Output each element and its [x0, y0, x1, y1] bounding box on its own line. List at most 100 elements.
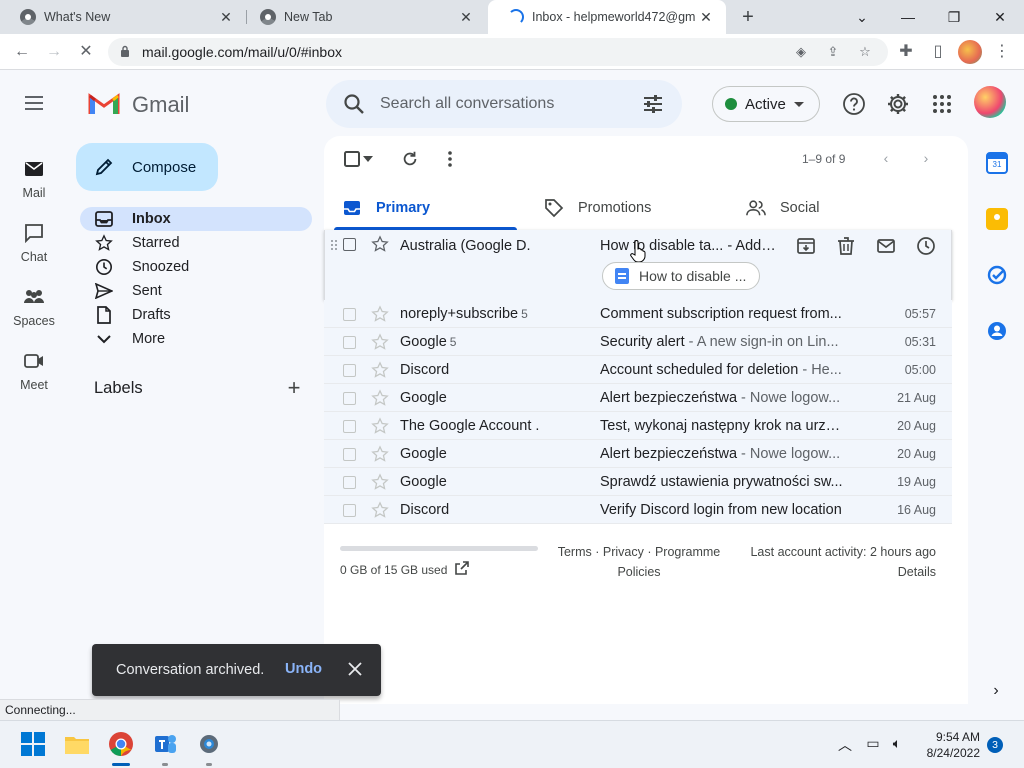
settings-gear-icon[interactable] [886, 92, 910, 116]
tab-social[interactable]: Social [746, 186, 820, 230]
close-window-button[interactable]: ✕ [978, 4, 1022, 30]
contacts-icon[interactable] [986, 320, 1008, 342]
status-dropdown[interactable]: Active [712, 86, 820, 122]
archive-icon[interactable] [796, 236, 816, 256]
browser-profile-avatar[interactable] [958, 40, 982, 64]
email-row[interactable]: Google Alert bezpieczeństwa - Nowe logow.… [324, 440, 952, 468]
trash-icon[interactable] [836, 236, 856, 256]
bookmark-star-icon[interactable]: ☆ [856, 43, 874, 61]
chrome-icon[interactable] [108, 731, 134, 757]
tasks-icon[interactable] [986, 264, 1008, 286]
nav-item-more[interactable]: More [80, 327, 312, 351]
email-row[interactable]: The Google Account . Test, wykonaj następ… [324, 412, 952, 440]
browser-tab-new-tab[interactable]: New Tab ✕ [240, 0, 486, 34]
back-arrow-icon[interactable]: ← [10, 40, 34, 64]
mark-unread-icon[interactable] [876, 236, 896, 256]
email-checkbox[interactable] [343, 364, 356, 377]
calendar-icon[interactable]: 31 [986, 152, 1008, 174]
email-checkbox[interactable] [343, 448, 356, 461]
open-external-icon[interactable] [454, 560, 470, 576]
nav-item-starred[interactable]: Starred [80, 231, 312, 255]
email-row[interactable]: Google Alert bezpieczeństwa - Nowe logow.… [324, 384, 952, 412]
email-row[interactable]: Discord Verify Discord login from new loc… [324, 496, 952, 524]
notification-badge[interactable]: 3 [987, 737, 1003, 753]
main-menu-icon[interactable] [22, 92, 46, 116]
install-app-icon[interactable]: ◈ [792, 43, 810, 61]
close-tab-icon[interactable]: ✕ [696, 9, 716, 26]
close-icon[interactable] [346, 660, 364, 678]
side-panel-icon[interactable]: ▯ [926, 40, 950, 64]
new-tab-button[interactable]: + [736, 6, 760, 28]
star-icon[interactable] [371, 333, 389, 351]
expand-side-panel-icon[interactable]: › [986, 682, 1006, 702]
compose-button[interactable]: Compose [76, 143, 218, 191]
refresh-icon[interactable] [398, 147, 422, 171]
tab-primary[interactable]: Primary [342, 186, 430, 230]
extensions-icon[interactable]: ✚ [894, 40, 918, 64]
stop-loading-icon[interactable]: ✕ [74, 40, 98, 64]
tab-promotions[interactable]: Promotions [544, 186, 651, 230]
email-row[interactable]: Discord Account scheduled for deletion - … [324, 356, 952, 384]
rail-chat[interactable]: Chat [0, 218, 68, 264]
email-checkbox[interactable] [343, 504, 356, 517]
select-dropdown-icon[interactable] [360, 147, 376, 171]
star-icon[interactable] [371, 389, 389, 407]
footer-links-line[interactable]: Terms · Privacy · Programme [556, 542, 722, 562]
attachment-chip[interactable]: How to disable ... [602, 262, 760, 290]
settings-gear-icon[interactable] [196, 731, 222, 757]
star-icon[interactable] [371, 473, 389, 491]
nav-item-sent[interactable]: Sent [80, 279, 312, 303]
search-input[interactable] [380, 92, 630, 116]
search-icon[interactable] [342, 92, 366, 116]
email-checkbox[interactable] [343, 476, 356, 489]
close-tab-icon[interactable]: ✕ [216, 9, 236, 26]
search-options-icon[interactable] [642, 94, 664, 114]
add-label-button[interactable]: + [284, 377, 304, 399]
rail-mail[interactable]: Mail [0, 154, 68, 200]
help-icon[interactable] [842, 92, 866, 116]
nav-item-inbox[interactable]: Inbox [80, 207, 312, 231]
email-checkbox[interactable] [343, 420, 356, 433]
account-avatar[interactable] [974, 86, 1006, 118]
email-checkbox[interactable] [343, 238, 356, 251]
footer-links[interactable]: Terms · Privacy · Programme Policies [556, 542, 722, 582]
volume-icon[interactable]: 🔈︎ [888, 735, 906, 753]
nav-item-snoozed[interactable]: Snoozed [80, 255, 312, 279]
browser-menu-icon[interactable]: ⋮ [990, 40, 1014, 64]
nav-item-drafts[interactable]: Drafts [80, 303, 312, 327]
teams-icon[interactable] [152, 731, 178, 757]
windows-start-icon[interactable] [20, 731, 46, 757]
more-options-icon[interactable] [438, 147, 462, 171]
keep-icon[interactable] [986, 208, 1008, 230]
tab-search-icon[interactable]: ⌄ [840, 4, 884, 30]
chevron-up-icon[interactable]: ︿ [836, 735, 854, 753]
email-row[interactable]: Google Sprawdź ustawienia prywatności sw.… [324, 468, 952, 496]
browser-tab-whats-new[interactable]: What's New ✕ [0, 0, 246, 34]
network-icon[interactable]: ▭ [864, 735, 882, 753]
drag-handle-icon[interactable] [330, 239, 338, 251]
system-clock[interactable]: 9:54 AM 8/24/2022 [910, 729, 980, 761]
browser-tab-inbox[interactable]: Inbox - helpmeworld472@gmail ✕ [488, 0, 726, 34]
file-explorer-icon[interactable] [64, 731, 90, 757]
apps-grid-icon[interactable] [930, 92, 954, 116]
close-tab-icon[interactable]: ✕ [456, 9, 476, 26]
details-link[interactable]: Details [736, 562, 936, 582]
email-checkbox[interactable] [343, 392, 356, 405]
chevron-left-icon[interactable]: ‹ [876, 150, 896, 170]
minimize-button[interactable]: — [886, 4, 930, 30]
email-row[interactable]: noreply+subscribe 5 Comment subscription r… [324, 300, 952, 328]
star-icon[interactable] [371, 417, 389, 435]
star-icon[interactable] [371, 361, 389, 379]
email-checkbox[interactable] [343, 308, 356, 321]
star-icon[interactable] [371, 501, 389, 519]
undo-button[interactable]: Undo [285, 661, 322, 677]
star-icon[interactable] [371, 305, 389, 323]
star-icon[interactable] [371, 445, 389, 463]
rail-spaces[interactable]: Spaces [0, 282, 68, 328]
snooze-clock-icon[interactable] [916, 236, 936, 256]
share-icon[interactable]: ⇪ [824, 43, 842, 61]
email-checkbox[interactable] [343, 336, 356, 349]
forward-arrow-icon[interactable]: → [42, 40, 66, 64]
email-row[interactable]: Google 5 Security alert - A new sign-in on… [324, 328, 952, 356]
address-bar[interactable]: mail.google.com/mail/u/0/#inbox ◈ ⇪ ☆ [108, 38, 888, 66]
